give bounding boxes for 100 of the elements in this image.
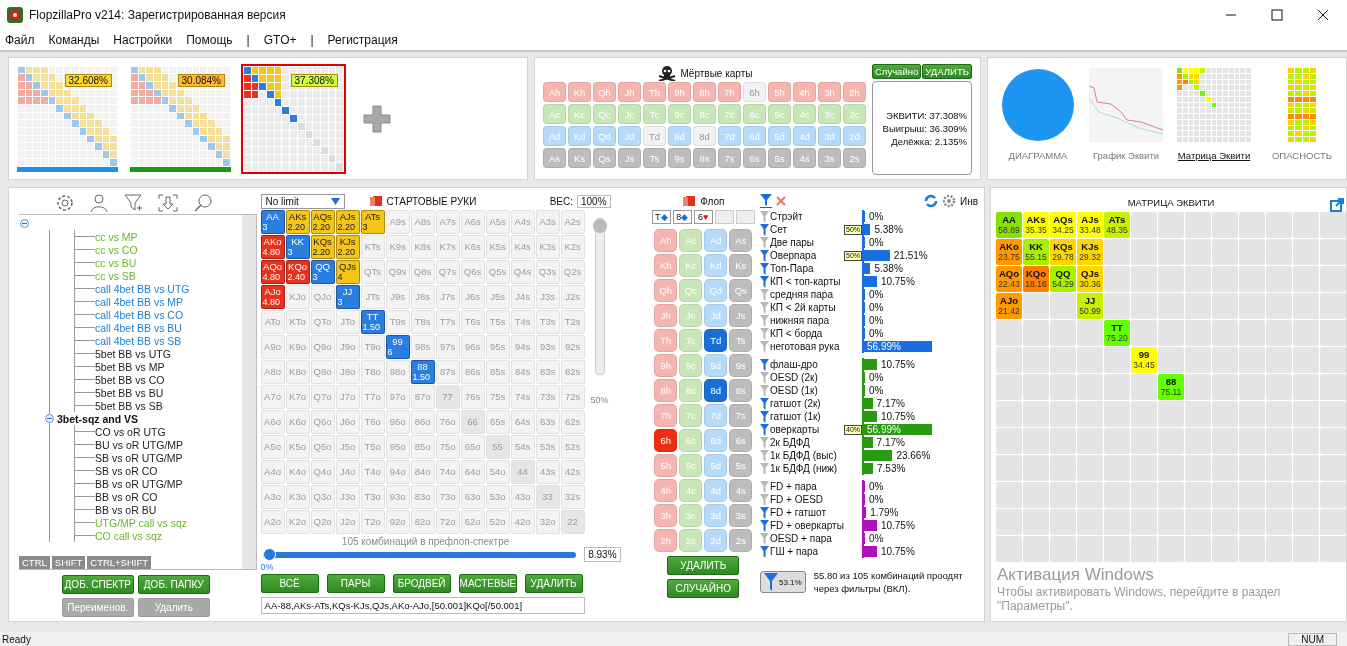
hand-cell[interactable]: J8o <box>335 360 360 384</box>
filter-icon[interactable] <box>760 236 769 249</box>
hand-filter-button[interactable]: УДАЛИТЬ <box>524 574 583 593</box>
modifier-key-button[interactable]: SHIFT <box>51 556 86 569</box>
card-button[interactable]: Qs <box>729 279 753 302</box>
game-type-dropdown[interactable]: No limit <box>260 193 345 209</box>
hand-cell[interactable]: K9s <box>385 235 410 259</box>
tree-action-button[interactable]: ДОБ. СПЕКТР <box>61 575 134 594</box>
hand-cell[interactable]: A2o <box>260 510 285 534</box>
hand-cell[interactable]: ATs 3 <box>360 210 385 234</box>
card-button[interactable]: 3h <box>654 504 678 527</box>
hand-cell[interactable]: T9o <box>360 335 385 359</box>
card-button[interactable]: Jd <box>618 126 641 146</box>
card-button[interactable]: Kd <box>568 126 591 146</box>
card-button[interactable]: 7d <box>718 126 741 146</box>
hand-cell[interactable]: J7o <box>335 385 360 409</box>
card-button[interactable]: 3c <box>818 104 841 124</box>
hand-cell[interactable]: 74o <box>435 460 460 484</box>
hand-cell[interactable]: 65s <box>485 410 510 434</box>
card-button[interactable]: 5d <box>704 454 728 477</box>
hand-cell[interactable]: K6s <box>460 235 485 259</box>
hand-cell[interactable]: T8o <box>360 360 385 384</box>
hand-cell[interactable]: 95o <box>385 435 410 459</box>
range-item[interactable]: BU vs oR UTG/MP <box>95 438 184 451</box>
range-item[interactable]: CO vs oR UTG <box>95 425 166 438</box>
hand-cell[interactable]: 77 <box>435 385 460 409</box>
hand-cell[interactable]: T5s <box>485 310 510 334</box>
hand-cell[interactable]: AQs 2.20 <box>310 210 335 234</box>
filter-icon[interactable] <box>760 462 769 475</box>
hand-cell[interactable]: Q6s <box>460 260 485 284</box>
card-button[interactable]: Td <box>704 329 728 352</box>
hand-cell[interactable]: Q8s <box>410 260 435 284</box>
hand-cell[interactable]: 22 <box>560 510 585 534</box>
card-button[interactable]: As <box>729 229 753 252</box>
hand-cell[interactable]: A4o <box>260 460 285 484</box>
tree-action-button[interactable]: ДОБ. ПАПКУ <box>137 575 210 594</box>
range-item[interactable]: call 4bet BB vs CO <box>95 308 184 321</box>
hand-cell[interactable]: 93o <box>385 485 410 509</box>
range-text-field[interactable]: AA-88,AKs-ATs,KQs-KJs,QJs,AKo-AJo,[50.001]KQo[/50.001] <box>260 597 585 614</box>
search-icon[interactable] <box>193 193 213 213</box>
range-item[interactable]: BB vs oR UTG/MP <box>95 477 183 490</box>
card-button[interactable]: 9d <box>704 354 728 377</box>
card-button[interactable]: 2c <box>679 529 703 552</box>
card-button[interactable]: 9d <box>668 126 691 146</box>
filter-icon[interactable] <box>760 301 769 314</box>
hand-cell[interactable]: A7s <box>435 210 460 234</box>
hand-cell[interactable]: J3s <box>535 285 560 309</box>
menu-item[interactable]: Настройки <box>113 33 173 47</box>
filter-icon[interactable] <box>760 384 769 397</box>
equity-cell[interactable]: AJs 33.48 <box>1077 212 1103 238</box>
card-button[interactable]: Qc <box>593 104 616 124</box>
hand-cell[interactable]: 32o <box>535 510 560 534</box>
hand-cell[interactable]: Q2s <box>560 260 585 284</box>
hand-cell[interactable]: Q9s <box>385 260 410 284</box>
filter-icon[interactable] <box>760 327 769 340</box>
hand-cell[interactable]: J4o <box>335 460 360 484</box>
card-button[interactable]: 3d <box>818 126 841 146</box>
hand-cell[interactable]: 94s <box>510 335 535 359</box>
hand-cell[interactable]: K9o <box>285 335 310 359</box>
hand-cell[interactable]: Q6o <box>310 410 335 434</box>
card-button[interactable]: Ts <box>729 329 753 352</box>
card-button[interactable]: Tc <box>679 329 703 352</box>
menu-item[interactable]: GTO+ <box>263 33 297 47</box>
hand-cell[interactable]: J6o <box>335 410 360 434</box>
card-button[interactable]: 6c <box>743 104 766 124</box>
card-button[interactable]: 9h <box>668 82 691 102</box>
invert-toggle[interactable]: Инв <box>959 195 984 207</box>
hand-cell[interactable]: A3s <box>535 210 560 234</box>
hand-cell[interactable]: 88 1.50 <box>410 360 435 384</box>
hand-cell[interactable]: 63o <box>460 485 485 509</box>
hand-cell[interactable]: 76s <box>460 385 485 409</box>
card-button[interactable]: 8h <box>693 82 716 102</box>
range-item[interactable]: cc vs MP <box>95 230 138 243</box>
card-button[interactable]: 9s <box>729 354 753 377</box>
percent-field[interactable]: 8.93% <box>584 547 621 562</box>
hand-cell[interactable]: 72o <box>435 510 460 534</box>
hand-cell[interactable]: K4s <box>510 235 535 259</box>
filter-icon[interactable] <box>760 314 769 327</box>
filter-icon[interactable] <box>760 397 769 410</box>
range-item[interactable]: call 4bet BB vs MP <box>95 295 184 308</box>
hand-cell[interactable]: 92s <box>560 335 585 359</box>
card-button[interactable]: 2c <box>843 104 866 124</box>
range-item[interactable]: BB vs oR CO <box>95 490 158 503</box>
card-button[interactable]: 6s <box>743 148 766 168</box>
view-tab[interactable]: ОПАСНОСТЬ <box>1264 68 1340 179</box>
hand-cell[interactable]: A8s <box>410 210 435 234</box>
equity-cell[interactable]: AKo 23.75 <box>996 239 1022 265</box>
card-button[interactable]: 5c <box>768 104 791 124</box>
card-button[interactable]: 6h <box>654 429 678 452</box>
hand-cell[interactable]: 52o <box>485 510 510 534</box>
hand-cell[interactable]: T3o <box>360 485 385 509</box>
hand-cell[interactable]: J7s <box>435 285 460 309</box>
card-button[interactable]: 5c <box>679 454 703 477</box>
card-button[interactable]: 9c <box>668 104 691 124</box>
card-button[interactable]: 9s <box>668 148 691 168</box>
card-button[interactable]: 8c <box>693 104 716 124</box>
filter-toggle-button[interactable]: 53.1% <box>760 571 806 593</box>
hand-cell[interactable]: 53s <box>535 435 560 459</box>
hand-cell[interactable]: 82s <box>560 360 585 384</box>
equity-cell[interactable]: TT 75.20 <box>1104 320 1130 346</box>
